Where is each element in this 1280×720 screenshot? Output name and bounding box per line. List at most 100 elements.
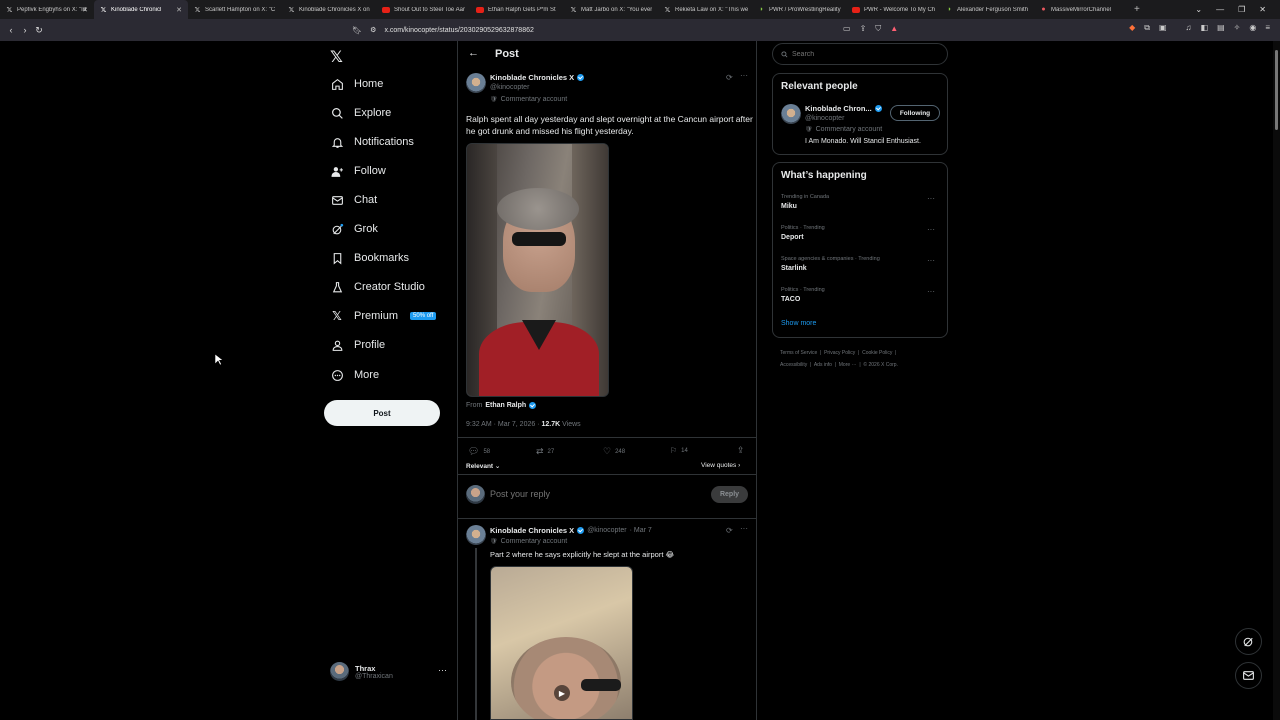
trend-item[interactable]: Trending in Canada Miku ··· — [781, 194, 941, 210]
sort-replies-dropdown[interactable]: Relevant ⌄ — [466, 462, 500, 470]
author-name[interactable]: Kinoblade Chronicles X — [490, 73, 574, 82]
reload-icon[interactable]: ↻ — [32, 25, 46, 36]
terms-link[interactable]: Terms of Service — [780, 350, 817, 356]
browser-tab[interactable]: 𝕏 Matt Jarbo on X: "You ever — [564, 0, 658, 19]
author-avatar[interactable] — [466, 525, 486, 545]
minimize-icon[interactable]: — — [1216, 5, 1224, 14]
browser-tab-active[interactable]: 𝕏 Kinoblade Chronicl ✕ — [94, 0, 188, 19]
menu-icon[interactable]: ≡ — [1265, 23, 1270, 33]
show-more-link[interactable]: Show more — [781, 320, 816, 327]
close-tab-icon[interactable]: ✕ — [176, 6, 182, 14]
reply-video[interactable]: ▶ — [490, 566, 633, 720]
sidebar-item-chat[interactable]: Chat — [330, 193, 377, 207]
share-icon[interactable]: ⇪ — [860, 24, 867, 34]
person-name[interactable]: Kinoblade Chron... — [805, 104, 872, 113]
messages-floating-button[interactable] — [1235, 662, 1262, 689]
extension-icon[interactable]: ◆ — [1129, 23, 1135, 33]
bookmark-page-icon[interactable]: 🔖︎ — [352, 26, 362, 35]
site-info-icon[interactable]: ⚙︎ — [370, 26, 376, 34]
following-button[interactable]: Following — [890, 105, 940, 121]
grok-icon[interactable]: ⟳ — [726, 73, 733, 82]
shield-icon[interactable]: ⛉ — [875, 24, 881, 34]
browser-tab[interactable]: Ethan Ralph Gets P*m St — [470, 0, 564, 19]
bookmark-action[interactable]: ⚐ 14 — [670, 446, 688, 455]
scrollbar-thumb[interactable] — [1275, 50, 1278, 130]
more-options-icon[interactable]: ··· — [740, 524, 748, 533]
puzzle-icon[interactable]: ⧉ — [1144, 23, 1150, 33]
sidebar-item-notifications[interactable]: Notifications — [330, 135, 414, 149]
sidebar-item-bookmarks[interactable]: Bookmarks — [330, 251, 409, 265]
sidebar-item-profile[interactable]: Profile — [330, 338, 385, 352]
browser-tab[interactable]: 𝕏 Kinoblade Chronicles X on — [282, 0, 376, 19]
browser-tab[interactable]: 𝕏 Rekieta Law on X: "This we — [658, 0, 752, 19]
account-more-icon[interactable]: ··· — [438, 665, 447, 675]
reply-button[interactable]: Reply — [711, 486, 748, 503]
sidebar-icon[interactable]: ◧ — [1201, 23, 1209, 33]
ads-info-link[interactable]: Ads info — [814, 362, 832, 368]
person-avatar[interactable] — [781, 104, 801, 124]
post-button[interactable]: Post — [324, 400, 440, 426]
accessibility-link[interactable]: Accessibility — [780, 362, 807, 368]
sidebar-item-more[interactable]: More — [330, 368, 379, 382]
source-author-link[interactable]: Ethan Ralph — [485, 402, 526, 409]
back-arrow-icon[interactable]: ← — [468, 47, 479, 59]
sidebar-item-follow[interactable]: Follow — [330, 164, 386, 178]
person-handle[interactable]: @kinocopter — [805, 115, 844, 122]
x-logo-icon[interactable]: 𝕏 — [330, 47, 343, 67]
browser-tab[interactable]: ◗ Alexander Ferguson Smith — [940, 0, 1034, 19]
search-box[interactable] — [772, 43, 948, 65]
browser-tab[interactable]: ● MassiveMirrorChannel — [1034, 0, 1128, 19]
reply-action[interactable]: 💬︎ 58 — [468, 446, 490, 457]
privacy-link[interactable]: Privacy Policy — [824, 350, 855, 356]
play-icon[interactable]: ▶ — [554, 685, 570, 701]
trend-item[interactable]: Space agencies & companies · Trending St… — [781, 256, 941, 272]
wallet-icon[interactable]: ▤ — [1217, 23, 1225, 33]
reply-input[interactable] — [490, 487, 690, 501]
author-handle[interactable]: @kinocopter — [490, 84, 529, 91]
person-name-row[interactable]: Kinoblade Chron... — [805, 104, 882, 113]
sidebar-item-explore[interactable]: Explore — [330, 106, 391, 120]
author-name-row[interactable]: Kinoblade Chronicles X — [490, 73, 585, 82]
view-quotes-link[interactable]: View quotes › — [701, 462, 740, 469]
container-icon[interactable]: ▣ — [1159, 23, 1167, 33]
browser-tab[interactable]: ◗ PWR / ProWrestlingReality — [752, 0, 846, 19]
new-tab-icon[interactable]: + — [1134, 4, 1140, 15]
browser-tab[interactable]: 𝕏 Scarlett Hampton on X: "C — [188, 0, 282, 19]
close-tab-icon[interactable]: ✕ — [82, 6, 88, 14]
trend-more-icon[interactable]: ··· — [927, 194, 935, 203]
share-action[interactable]: ⇪ — [737, 445, 745, 456]
cookie-link[interactable]: Cookie Policy — [862, 350, 892, 356]
restore-icon[interactable]: ❐ — [1238, 5, 1245, 14]
vpn-icon[interactable]: ◉ — [1249, 23, 1256, 33]
trend-item[interactable]: Politics · Trending Deport ··· — [781, 225, 941, 241]
grok-icon[interactable]: ⟳ — [726, 526, 733, 535]
back-icon[interactable]: ‹ — [4, 25, 18, 35]
reply-author-handle[interactable]: @kinocopter — [587, 527, 626, 534]
trend-item[interactable]: Politics · Trending TACO ··· — [781, 287, 941, 303]
repost-action[interactable]: ⇄ 27 — [536, 446, 554, 457]
music-icon[interactable]: ♫ — [1186, 23, 1192, 33]
cast-icon[interactable]: ▭ — [843, 24, 851, 34]
account-switcher[interactable]: Thrax @Thraxican — [330, 662, 393, 681]
page-scrollbar[interactable] — [1273, 41, 1280, 720]
like-action[interactable]: ♡ 248 — [603, 446, 625, 457]
sidebar-item-grok[interactable]: Grok — [330, 222, 378, 236]
browser-tab[interactable]: PWR - Welcome To My Ch — [846, 0, 940, 19]
chevron-down-icon[interactable]: ⌄ — [1195, 5, 1202, 14]
trend-more-icon[interactable]: ··· — [927, 287, 935, 296]
sidebar-item-home[interactable]: Home — [330, 77, 383, 91]
url-text[interactable]: x.com/kinocopter/status/2030290529632878… — [384, 27, 533, 34]
search-input[interactable] — [792, 50, 932, 58]
sidebar-item-premium[interactable]: 𝕏 Premium 50% off — [330, 309, 437, 323]
reply-date[interactable]: · Mar 7 — [630, 527, 652, 534]
tweet-timestamp[interactable]: 9:32 AM · Mar 7, 2026 · — [466, 421, 541, 428]
reply-author-name[interactable]: Kinoblade Chronicles X — [490, 526, 574, 535]
sidebar-item-creator-studio[interactable]: Creator Studio — [330, 280, 425, 294]
tweet-video[interactable] — [466, 143, 609, 397]
more-options-icon[interactable]: ··· — [740, 71, 748, 80]
browser-tab[interactable]: Shout Out to Steel Toe Aar — [376, 0, 470, 19]
browser-tab[interactable]: 𝕏 Pepfivk Engbyhs on X: "Id ✕ — [0, 0, 94, 19]
grok-floating-button[interactable] — [1235, 628, 1262, 655]
sparkle-icon[interactable]: ✧ — [1234, 23, 1241, 33]
footer-more-link[interactable]: More ··· — [839, 362, 857, 368]
